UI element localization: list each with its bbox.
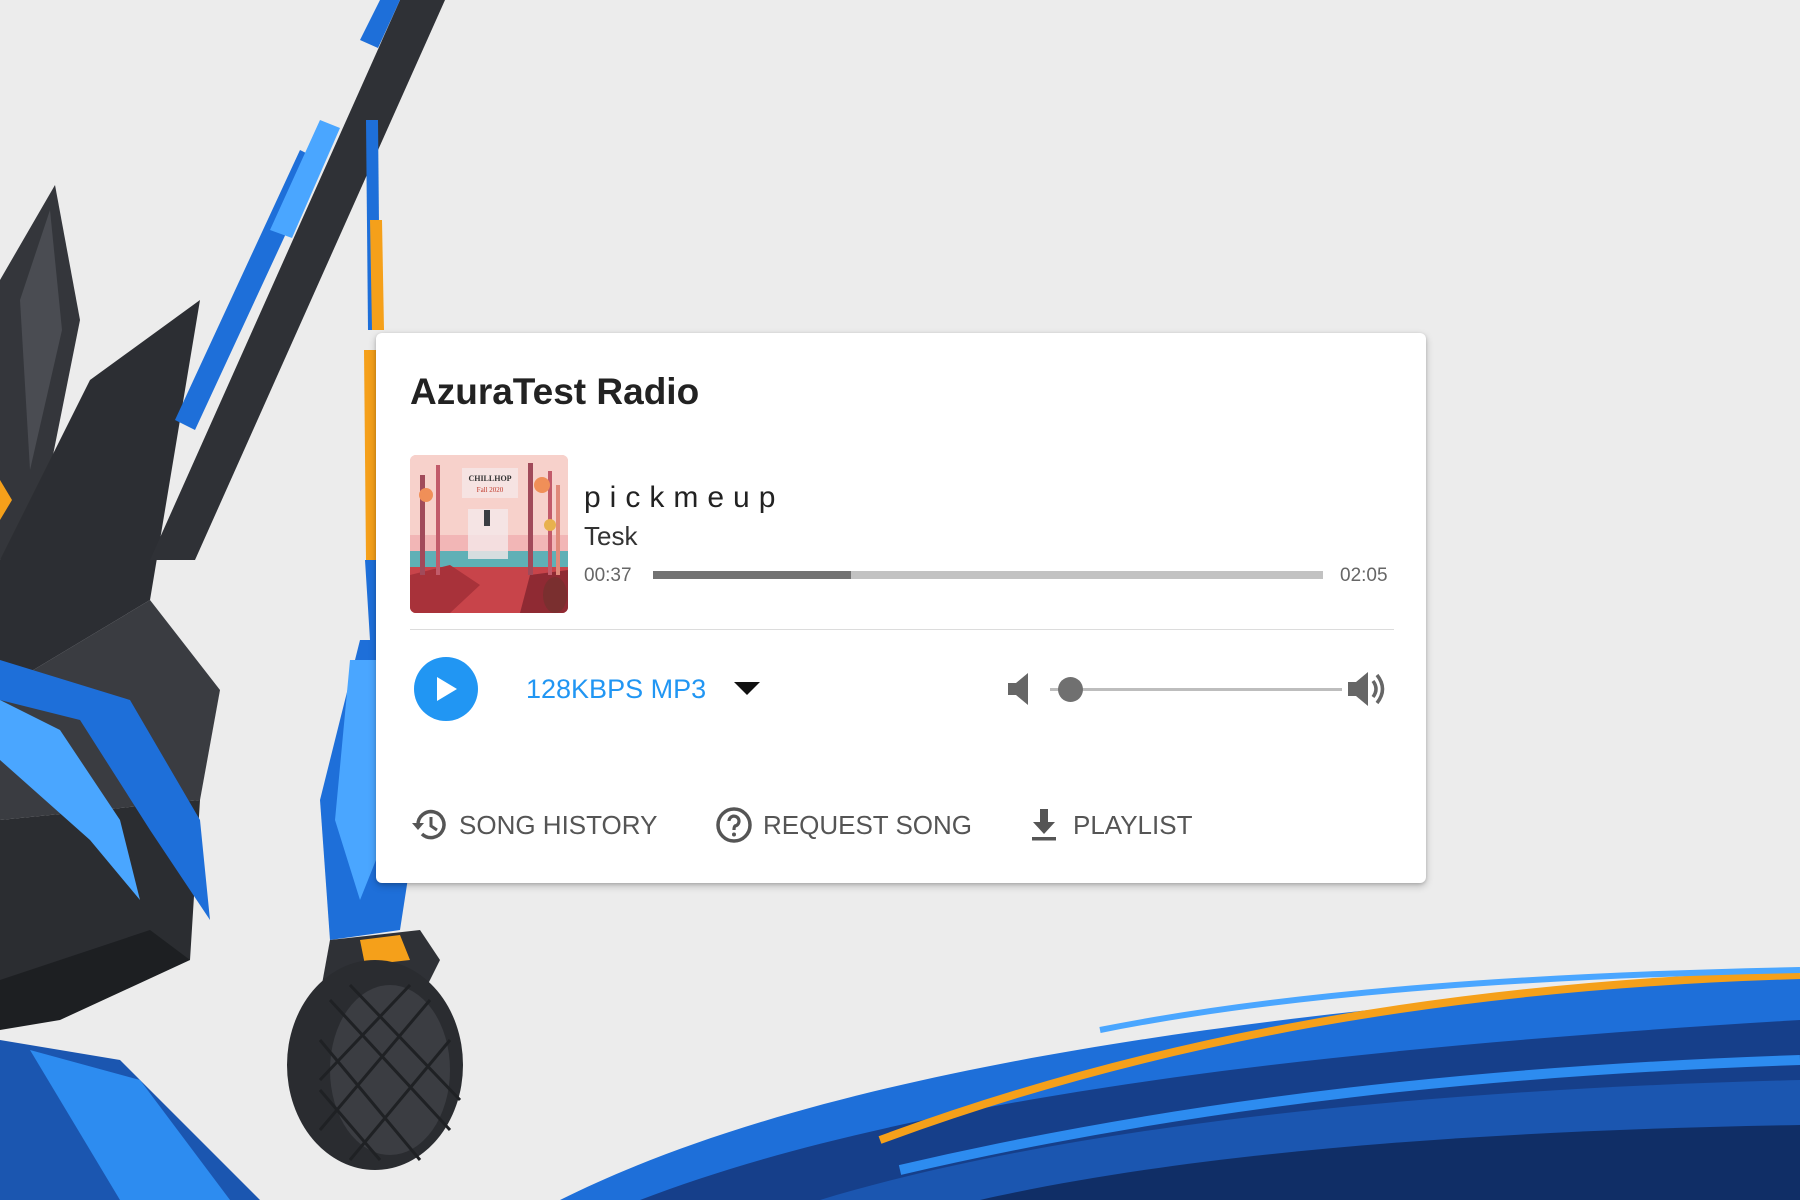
progress-fill (653, 571, 852, 579)
swoosh-illustration (560, 967, 1800, 1200)
playlist-label: PLAYLIST (1073, 809, 1193, 840)
stream-label: 128KBPS MP3 (526, 673, 707, 704)
stream-select[interactable]: 128KBPS MP3 (526, 669, 761, 709)
volume-up-icon (1348, 672, 1385, 706)
help-circle-icon (716, 807, 752, 843)
album-art-label-2: Fall 2020 (477, 486, 504, 494)
time-duration: 02:05 (1340, 565, 1388, 586)
album-art-image: CHILLHOP Fall 2020 (410, 455, 568, 613)
play-button[interactable] (414, 657, 478, 721)
volume-slider-thumb[interactable] (1058, 677, 1084, 702)
time-elapsed: 00:37 (584, 565, 632, 586)
mute-button[interactable] (1006, 671, 1032, 712)
radio-player-card: AzuraTest Radio CHILLHOP Fall 2020 pickm… (376, 333, 1426, 883)
caret-down-icon (734, 682, 761, 695)
history-icon (412, 809, 446, 840)
download-icon (1032, 809, 1056, 841)
playlist-download-button[interactable]: PLAYLIST (1024, 803, 1192, 847)
request-song-label: REQUEST SONG (763, 809, 973, 840)
song-history-label: SONG HISTORY (459, 809, 658, 840)
song-title: pickmeup (584, 481, 785, 514)
album-art-label-1: CHILLHOP (468, 474, 511, 483)
max-volume-button[interactable] (1346, 667, 1390, 716)
station-title: AzuraTest Radio (410, 371, 700, 412)
request-song-button[interactable]: REQUEST SONG (714, 803, 972, 847)
song-history-button[interactable]: SONG HISTORY (410, 803, 657, 847)
divider (410, 629, 1394, 630)
volume-off-icon (1008, 673, 1028, 705)
play-icon (437, 677, 457, 701)
volume-slider[interactable] (1050, 677, 1342, 702)
album-art: CHILLHOP Fall 2020 (410, 455, 568, 613)
progress-bar (653, 571, 1323, 579)
song-artist: Tesk (584, 521, 638, 551)
